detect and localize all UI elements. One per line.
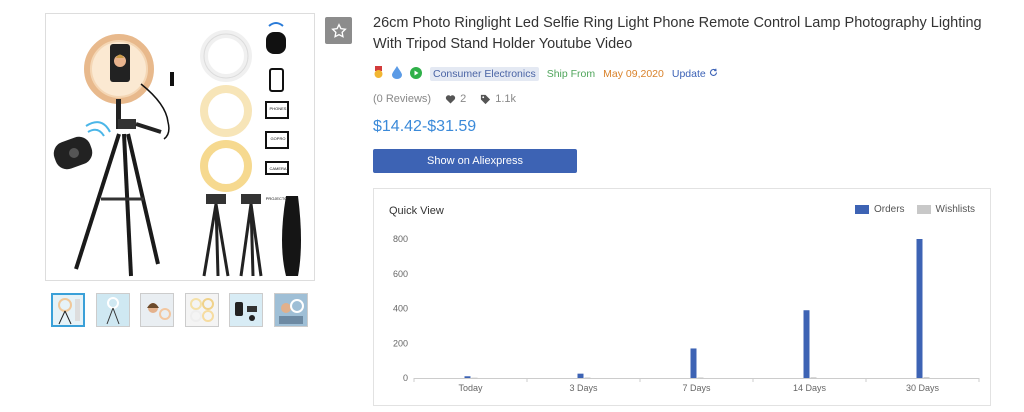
refresh-icon: [709, 68, 717, 76]
show-on-aliexpress-button[interactable]: Show on Aliexpress: [373, 149, 577, 173]
image-label-gopro: GOPRO: [270, 136, 286, 141]
quick-view-title: Quick View: [389, 205, 444, 217]
orders-count: 1.1k: [495, 93, 516, 105]
orders-chart: 0 200 400 600 800 Today 3 Days 7 Days 14 Days 30 …: [393, 234, 980, 393]
tag-row: Consumer Electronics Ship From May 09,20…: [373, 66, 726, 82]
legend-label-wishlists: Wishlists: [935, 204, 975, 215]
thumbnail[interactable]: [229, 293, 263, 327]
product-title: 26cm Photo Ringlight Led Selfie Ring Lig…: [373, 15, 982, 52]
quick-view-panel: 0 200 400 600 800 Today 3 Days 7 Days 14 Days 30 …: [373, 188, 991, 406]
chart-legend: Orders Wishlists: [843, 204, 975, 215]
bar-orders-4: [916, 239, 923, 378]
orders: 1.1k: [480, 93, 516, 105]
star-icon: [330, 22, 347, 38]
bar-wishlists-2: [697, 377, 704, 379]
likes: 2: [445, 93, 466, 105]
likes-count: 2: [460, 93, 467, 105]
award-icon: [373, 66, 384, 82]
legend-wishlists[interactable]: Wishlists: [916, 204, 975, 215]
y-tick-label: 600: [393, 269, 408, 279]
legend-label-orders: Orders: [873, 204, 905, 215]
category-badge[interactable]: Consumer Electronics: [430, 67, 539, 81]
thumbnail[interactable]: [95, 293, 130, 327]
x-tick-label: 14 Days: [793, 383, 827, 393]
image-label-camera: CAMERA: [269, 166, 287, 171]
tag-icon: [481, 94, 491, 104]
meta-row: (0 Reviews) 2 1.1k: [373, 93, 530, 105]
thumbnail[interactable]: [51, 293, 85, 327]
thumbnail-strip: [51, 293, 318, 327]
bar-orders-0: [464, 376, 471, 378]
thumbnail[interactable]: [184, 293, 219, 327]
drop-icon: [392, 66, 402, 82]
x-tick-label: 30 Days: [906, 383, 940, 393]
legend-orders[interactable]: Orders: [854, 204, 905, 215]
bar-wishlists-1: [584, 377, 591, 379]
legend-swatch-orders: [854, 205, 869, 214]
thumbnail[interactable]: [140, 293, 174, 327]
video-play-icon[interactable]: [410, 66, 422, 82]
listing-date: May 09,2020: [603, 68, 664, 80]
ship-from-label: Ship From: [546, 68, 596, 80]
legend-swatch-wishlists: [916, 205, 931, 214]
reviews-count[interactable]: (0 Reviews): [373, 93, 431, 105]
image-label-projector: PROJECTOR: [265, 196, 291, 201]
heart-icon: [445, 95, 456, 104]
y-tick-label: 0: [403, 373, 408, 383]
bar-orders-1: [577, 373, 584, 378]
thumbnail[interactable]: [273, 293, 308, 327]
bar-wishlists-0: [471, 377, 478, 379]
x-tick-label: Today: [458, 383, 483, 393]
y-tick-label: 800: [393, 234, 408, 244]
update-label: Update: [671, 68, 706, 80]
bar-wishlists-3: [810, 377, 817, 379]
x-tick-label: 3 Days: [569, 383, 598, 393]
price-range: $14.42-$31.59: [373, 118, 477, 135]
y-tick-label: 400: [393, 304, 408, 314]
favorite-button[interactable]: [325, 17, 352, 44]
update-link[interactable]: Update: [672, 68, 718, 80]
bar-orders-2: [690, 348, 697, 378]
image-label-phones: PHONES: [269, 106, 287, 111]
x-tick-label: 7 Days: [682, 383, 711, 393]
bar-orders-3: [803, 310, 810, 378]
main-product-image[interactable]: PHONES GOPRO CAMERA PROJECTOR: [45, 13, 315, 281]
y-tick-label: 200: [393, 338, 408, 348]
bar-wishlists-4: [923, 377, 930, 379]
